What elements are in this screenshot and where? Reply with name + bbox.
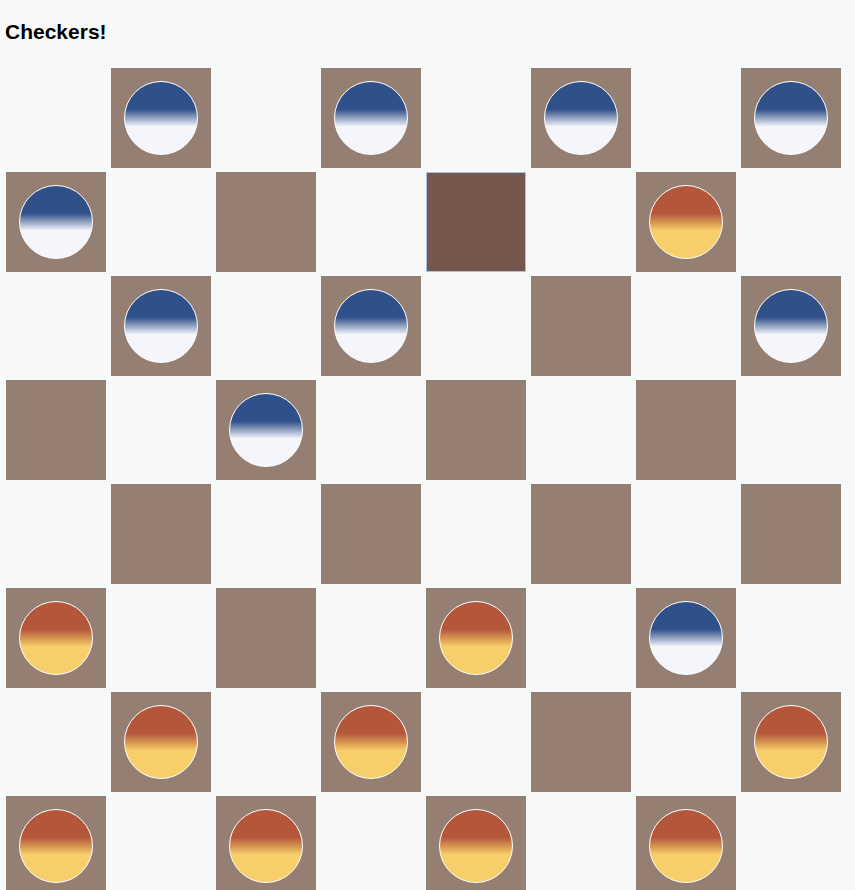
light-square [426,276,526,376]
light-square [741,172,841,272]
dark-square[interactable] [321,68,421,168]
light-square [6,484,106,584]
blue-piece[interactable] [334,289,408,363]
blue-piece[interactable] [124,289,198,363]
dark-square[interactable] [741,68,841,168]
dark-square[interactable] [636,588,736,688]
red-piece[interactable] [439,601,513,675]
board [6,68,855,890]
red-piece[interactable] [754,705,828,779]
dark-square[interactable] [741,484,841,584]
light-square [111,380,211,480]
light-square [426,484,526,584]
blue-piece[interactable] [754,81,828,155]
dark-square[interactable] [6,588,106,688]
red-piece[interactable] [19,601,93,675]
dark-square[interactable] [321,484,421,584]
dark-square[interactable] [741,692,841,792]
red-piece[interactable] [229,809,303,883]
dark-square[interactable] [426,380,526,480]
light-square [636,68,736,168]
dark-square[interactable] [426,796,526,890]
light-square [636,484,736,584]
dark-square[interactable] [111,692,211,792]
light-square [741,380,841,480]
dark-square[interactable] [216,796,316,890]
light-square [741,796,841,890]
blue-piece[interactable] [544,81,618,155]
light-square [111,588,211,688]
light-square [6,692,106,792]
red-piece[interactable] [649,809,723,883]
dark-square[interactable] [426,588,526,688]
blue-piece[interactable] [649,601,723,675]
red-piece[interactable] [124,705,198,779]
dark-square[interactable] [636,172,736,272]
dark-square[interactable] [111,276,211,376]
light-square [321,796,421,890]
red-piece[interactable] [439,809,513,883]
dark-square[interactable] [6,172,106,272]
blue-piece[interactable] [19,185,93,259]
dark-square[interactable] [216,380,316,480]
dark-square[interactable] [321,276,421,376]
dark-square[interactable] [216,588,316,688]
light-square [216,484,316,584]
dark-square[interactable] [531,276,631,376]
dark-square[interactable] [111,68,211,168]
title: Checkers! [5,20,855,44]
light-square [111,796,211,890]
dark-square[interactable] [111,484,211,584]
dark-square[interactable] [531,484,631,584]
light-square [426,68,526,168]
light-square [321,172,421,272]
dark-square[interactable] [741,276,841,376]
red-piece[interactable] [334,705,408,779]
light-square [6,276,106,376]
blue-piece[interactable] [229,393,303,467]
light-square [531,588,631,688]
light-square [636,276,736,376]
light-square [6,68,106,168]
dark-square[interactable] [426,172,526,272]
dark-square[interactable] [6,380,106,480]
light-square [636,692,736,792]
page: Checkers! [0,0,855,890]
light-square [531,380,631,480]
light-square [216,276,316,376]
dark-square[interactable] [6,796,106,890]
light-square [216,692,316,792]
dark-square[interactable] [636,380,736,480]
red-piece[interactable] [649,185,723,259]
blue-piece[interactable] [124,81,198,155]
light-square [216,68,316,168]
light-square [531,796,631,890]
blue-piece[interactable] [754,289,828,363]
light-square [426,692,526,792]
light-square [321,588,421,688]
dark-square[interactable] [531,68,631,168]
dark-square[interactable] [321,692,421,792]
dark-square[interactable] [636,796,736,890]
red-piece[interactable] [19,809,93,883]
light-square [741,588,841,688]
blue-piece[interactable] [334,81,408,155]
dark-square[interactable] [216,172,316,272]
light-square [111,172,211,272]
light-square [321,380,421,480]
dark-square[interactable] [531,692,631,792]
light-square [531,172,631,272]
